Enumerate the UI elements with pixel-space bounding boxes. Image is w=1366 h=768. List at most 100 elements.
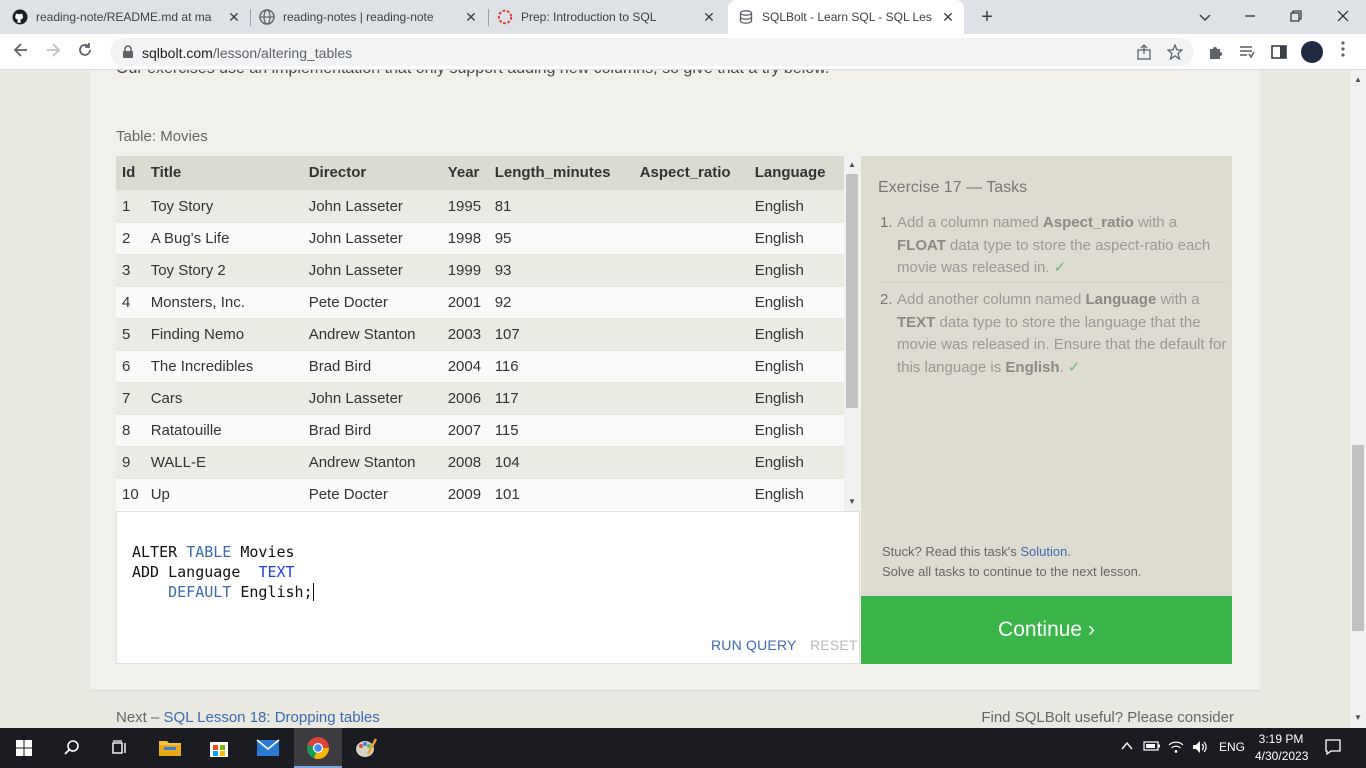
table-cell: 6 bbox=[116, 349, 145, 382]
table-cell: 116 bbox=[488, 349, 634, 382]
tab-close-icon[interactable]: ✕ bbox=[226, 9, 242, 25]
table-row: 7 Cars John Lasseter 2006 117 English bbox=[116, 381, 844, 414]
restore-icon[interactable] bbox=[1285, 6, 1307, 28]
forward-icon[interactable] bbox=[42, 41, 64, 63]
table-cell bbox=[633, 445, 749, 478]
run-query-button[interactable]: RUN QUERY bbox=[711, 637, 797, 653]
chrome-icon[interactable] bbox=[304, 734, 332, 762]
lock-icon[interactable] bbox=[122, 45, 134, 64]
tab-title: reading-note/README.md at ma bbox=[36, 10, 212, 24]
windows-start-icon[interactable] bbox=[10, 734, 38, 762]
file-explorer-icon[interactable] bbox=[156, 734, 184, 762]
scroll-down-arrow-icon[interactable]: ▼ bbox=[848, 497, 856, 506]
reset-button[interactable]: RESET bbox=[810, 637, 858, 653]
tab-reading-notes[interactable]: reading-notes | reading-note ✕ bbox=[259, 0, 487, 34]
input-language[interactable]: ENG bbox=[1219, 740, 1245, 754]
tab-prep-sql[interactable]: Prep: Introduction to SQL ✕ bbox=[497, 0, 725, 34]
wifi-icon[interactable] bbox=[1168, 740, 1184, 757]
next-lesson: Next – SQL Lesson 18: Dropping tables bbox=[116, 709, 380, 726]
table-cell: Cars bbox=[144, 381, 303, 414]
tab-title: SQLBolt - Learn SQL - SQL Lesson bbox=[762, 10, 932, 24]
profile-avatar[interactable] bbox=[1301, 41, 1323, 63]
check-icon: ✓ bbox=[1053, 259, 1067, 276]
sql-editor[interactable]: ALTER TABLE Movies ADD Language TEXT DEF… bbox=[116, 511, 860, 664]
table-row: 10 Up Pete Docter 2009 101 English bbox=[116, 477, 844, 510]
scroll-up-arrow-icon[interactable]: ▲ bbox=[848, 160, 856, 169]
address-bar[interactable]: sqlbolt.com/lesson/altering_tables bbox=[110, 38, 1194, 66]
task-bold: Language bbox=[1085, 291, 1157, 308]
volume-icon[interactable] bbox=[1192, 740, 1210, 757]
tab-separator bbox=[250, 9, 251, 26]
solution-link[interactable]: Solution bbox=[1020, 544, 1067, 559]
task-bold: FLOAT bbox=[897, 236, 946, 254]
task-text: Add another column named bbox=[897, 291, 1086, 308]
table-cell: Toy Story bbox=[144, 189, 303, 222]
table-cell: 1995 bbox=[441, 189, 489, 222]
table-scrollbar[interactable]: ▲ ▼ bbox=[844, 156, 860, 511]
more-menu-icon[interactable] bbox=[1338, 41, 1348, 63]
scroll-down-arrow-icon[interactable]: ▼ bbox=[1354, 714, 1362, 722]
table-row: 1 Toy Story John Lasseter 1995 81 English bbox=[116, 189, 844, 222]
scroll-up-arrow-icon[interactable]: ▲ bbox=[1354, 76, 1362, 84]
paint-app-icon[interactable] bbox=[352, 734, 380, 762]
task-view-icon[interactable] bbox=[106, 734, 134, 762]
column-header: Director bbox=[302, 156, 442, 190]
minimize-icon[interactable] bbox=[1239, 6, 1261, 28]
table-cell: 117 bbox=[488, 381, 634, 414]
notifications-icon[interactable] bbox=[1324, 738, 1342, 759]
code-keyword: TABLE bbox=[186, 543, 232, 561]
tab-close-icon[interactable]: ✕ bbox=[940, 9, 956, 25]
table-row: 9 WALL-E Andrew Stanton 2008 104 English bbox=[116, 445, 844, 478]
tab-sqlbolt[interactable]: SQLBolt - Learn SQL - SQL Lesson ✕ bbox=[728, 0, 964, 34]
reading-list-icon[interactable] bbox=[1238, 43, 1256, 61]
sql-code[interactable]: ALTER TABLE Movies ADD Language TEXT DEF… bbox=[132, 542, 314, 602]
tab-search-icon[interactable] bbox=[1194, 6, 1216, 28]
side-panel-icon[interactable] bbox=[1270, 43, 1288, 61]
next-lesson-link[interactable]: SQL Lesson 18: Dropping tables bbox=[164, 709, 380, 726]
table-row: 4 Monsters, Inc. Pete Docter 2001 92 English bbox=[116, 285, 844, 318]
task-bold: English bbox=[1005, 358, 1060, 376]
table-cell: 5 bbox=[116, 317, 145, 350]
tab-close-icon[interactable]: ✕ bbox=[701, 9, 717, 25]
windows-taskbar: ENG 3:19 PM 4/30/2023 bbox=[0, 728, 1366, 768]
code-text: ALTER bbox=[132, 543, 187, 561]
extensions-puzzle-icon[interactable] bbox=[1207, 43, 1225, 61]
results-table-container[interactable]: Id Title Director Year Length_minutes As… bbox=[116, 156, 860, 511]
table-cell: 115 bbox=[488, 413, 634, 446]
task-2: 2. Add another column named Language with… bbox=[880, 289, 1227, 379]
tab-title: reading-notes | reading-note bbox=[283, 10, 434, 24]
page-scrollbar[interactable]: ▲ ▼ bbox=[1350, 70, 1366, 728]
continue-button[interactable]: Continue › bbox=[861, 596, 1232, 664]
table-cell: 1999 bbox=[441, 253, 489, 286]
table-cell bbox=[633, 413, 749, 446]
share-icon[interactable] bbox=[1136, 44, 1152, 60]
table-cell: 2004 bbox=[441, 349, 489, 382]
stuck-help: Stuck? Read this task's Solution. Solve … bbox=[882, 542, 1141, 582]
battery-icon[interactable] bbox=[1143, 740, 1161, 755]
microsoft-store-icon[interactable] bbox=[205, 734, 233, 762]
table-cell bbox=[633, 189, 749, 222]
table-cell: Brad Bird bbox=[302, 349, 442, 382]
table-cell: English bbox=[748, 477, 844, 510]
table-cell: John Lasseter bbox=[302, 381, 442, 414]
back-icon[interactable] bbox=[10, 41, 32, 63]
table-scrollbar-thumb[interactable] bbox=[846, 174, 858, 408]
new-tab-button[interactable]: + bbox=[977, 7, 997, 27]
table-cell bbox=[633, 477, 749, 510]
bookmark-star-icon[interactable] bbox=[1166, 43, 1184, 61]
tab-close-icon[interactable]: ✕ bbox=[463, 9, 479, 25]
window-close-icon[interactable] bbox=[1332, 6, 1354, 28]
system-clock[interactable]: 3:19 PM 4/30/2023 bbox=[1255, 731, 1308, 765]
mail-icon[interactable] bbox=[254, 734, 282, 762]
page-viewport: Our exercises use an implementation that… bbox=[0, 70, 1350, 728]
table-cell: 104 bbox=[488, 445, 634, 478]
table-cell: English bbox=[748, 285, 844, 318]
reload-icon[interactable] bbox=[74, 41, 96, 63]
search-icon[interactable] bbox=[58, 734, 86, 762]
table-cell: Brad Bird bbox=[302, 413, 442, 446]
column-header: Title bbox=[144, 156, 303, 190]
tab-github-readme[interactable]: reading-note/README.md at ma ✕ bbox=[12, 0, 250, 34]
show-hidden-icons-icon[interactable] bbox=[1121, 740, 1133, 754]
task-text: Add a column named bbox=[897, 214, 1043, 231]
page-scrollbar-thumb[interactable] bbox=[1352, 445, 1364, 631]
